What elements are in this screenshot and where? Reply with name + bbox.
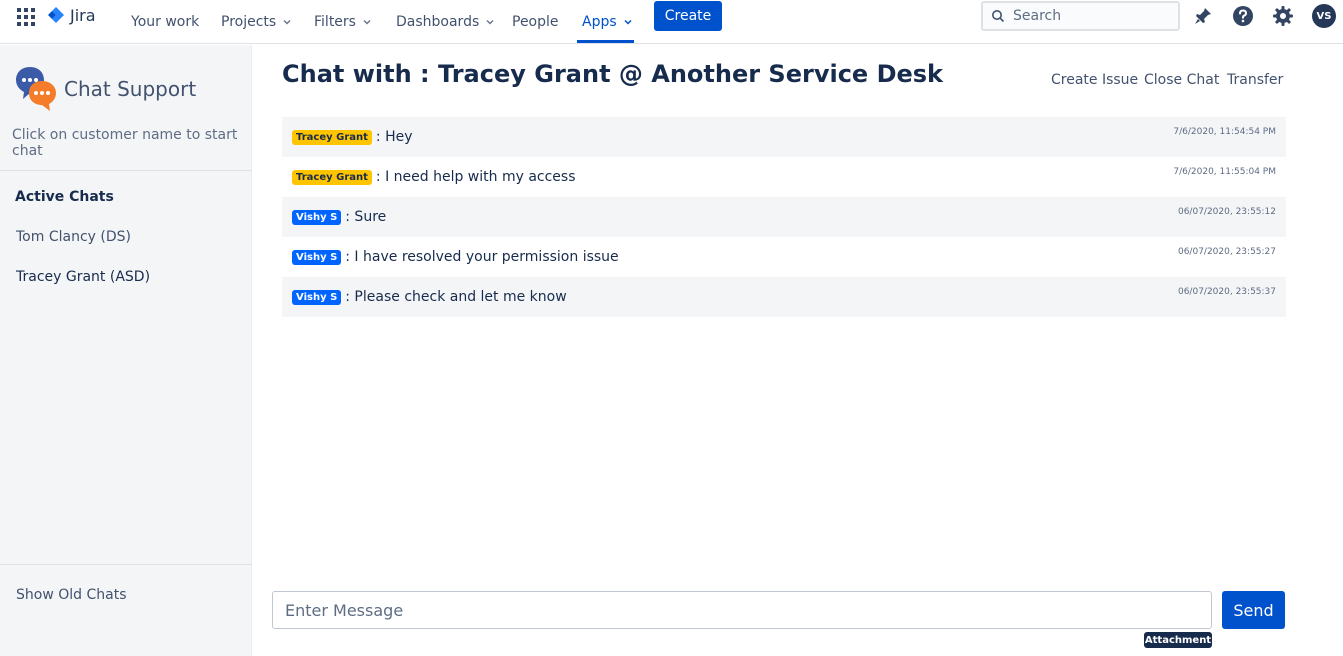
nav-your-work-label: Your work [131, 14, 200, 30]
message-timestamp: 7/6/2020, 11:54:54 PM [1173, 127, 1276, 137]
search-input[interactable] [1013, 8, 1163, 24]
jira-logo-icon [48, 7, 64, 23]
chevron-down-icon [363, 19, 371, 25]
chevron-down-icon [486, 19, 494, 25]
chat-title: Chat with : Tracey Grant @ Another Servi… [282, 60, 944, 88]
message-text: : I have resolved your permission issue [345, 249, 619, 265]
nav-filters[interactable]: Filters [314, 0, 372, 44]
nav-your-work[interactable]: Your work [131, 0, 199, 44]
top-navigation: Jira Your work Projects Filters Dashboar… [0, 0, 1343, 44]
message-row: Tracey Grant : Hey 7/6/2020, 11:54:54 PM [282, 117, 1286, 157]
sidebar-divider [0, 170, 252, 171]
message-text: : I need help with my access [375, 169, 576, 185]
create-issue-link[interactable]: Create Issue [1051, 72, 1138, 88]
nav-filters-label: Filters [314, 14, 356, 30]
message-row: Tracey Grant : I need help with my acces… [282, 157, 1286, 197]
nav-dashboards[interactable]: Dashboards [396, 0, 495, 44]
notifications-icon[interactable] [1191, 4, 1215, 28]
message-list: Tracey Grant : Hey 7/6/2020, 11:54:54 PM… [282, 117, 1286, 317]
transfer-link[interactable]: Transfer [1227, 72, 1283, 88]
message-row: Vishy S : Sure 06/07/2020, 23:55:12 [282, 197, 1286, 237]
message-text: : Sure [345, 209, 387, 225]
search-icon [992, 10, 1005, 23]
message-row: Vishy S : I have resolved your permissio… [282, 237, 1286, 277]
app-switcher-icon[interactable] [17, 8, 35, 26]
create-button[interactable]: Create [654, 1, 722, 31]
nav-people[interactable]: People [512, 0, 559, 44]
message-timestamp: 7/6/2020, 11:55:04 PM [1173, 167, 1276, 177]
send-button[interactable]: Send [1222, 591, 1285, 629]
message-text: : Please check and let me know [345, 289, 567, 305]
nav-projects[interactable]: Projects [221, 0, 292, 44]
sidebar-divider [0, 564, 252, 565]
active-chats-heading: Active Chats [15, 189, 114, 205]
search-box[interactable] [981, 1, 1180, 31]
message-timestamp: 06/07/2020, 23:55:27 [1177, 247, 1276, 257]
sidebar-subtitle: Click on customer name to start chat [12, 127, 238, 159]
sender-badge: Tracey Grant [292, 129, 372, 145]
sender-badge: Vishy S [292, 289, 342, 305]
sender-badge: Vishy S [292, 209, 342, 225]
nav-dashboards-label: Dashboards [396, 14, 480, 30]
sidebar: Chat Support Click on customer name to s… [0, 45, 252, 656]
close-chat-link[interactable]: Close Chat [1144, 72, 1219, 88]
nav-apps-label: Apps [582, 14, 617, 30]
jira-logo[interactable]: Jira [46, 5, 96, 25]
message-input[interactable] [272, 591, 1212, 629]
brand: Chat Support [14, 65, 196, 113]
active-nav-indicator [577, 40, 634, 43]
chevron-down-icon [624, 19, 632, 25]
nav-people-label: People [512, 14, 559, 30]
message-row: Vishy S : Please check and let me know 0… [282, 277, 1286, 317]
nav-apps[interactable]: Apps [582, 0, 633, 44]
help-icon[interactable] [1231, 4, 1255, 28]
message-text: : Hey [375, 129, 413, 145]
chat-item-tom-clancy[interactable]: Tom Clancy (DS) [16, 229, 131, 245]
message-timestamp: 06/07/2020, 23:55:37 [1177, 287, 1276, 297]
chat-item-tracey-grant[interactable]: Tracey Grant (ASD) [16, 269, 150, 285]
attachment-tooltip: Attachment [1144, 632, 1212, 648]
message-timestamp: 06/07/2020, 23:55:12 [1177, 207, 1276, 217]
avatar[interactable]: VS [1312, 4, 1336, 28]
nav-projects-label: Projects [221, 14, 277, 30]
chevron-down-icon [283, 19, 291, 25]
sender-badge: Vishy S [292, 249, 342, 265]
sender-badge: Tracey Grant [292, 169, 372, 185]
chat-bubbles-icon [16, 67, 56, 111]
settings-icon[interactable] [1271, 4, 1295, 28]
logo-text: Jira [70, 5, 96, 25]
show-old-chats-link[interactable]: Show Old Chats [16, 587, 126, 603]
app-title: Chat Support [64, 77, 197, 101]
